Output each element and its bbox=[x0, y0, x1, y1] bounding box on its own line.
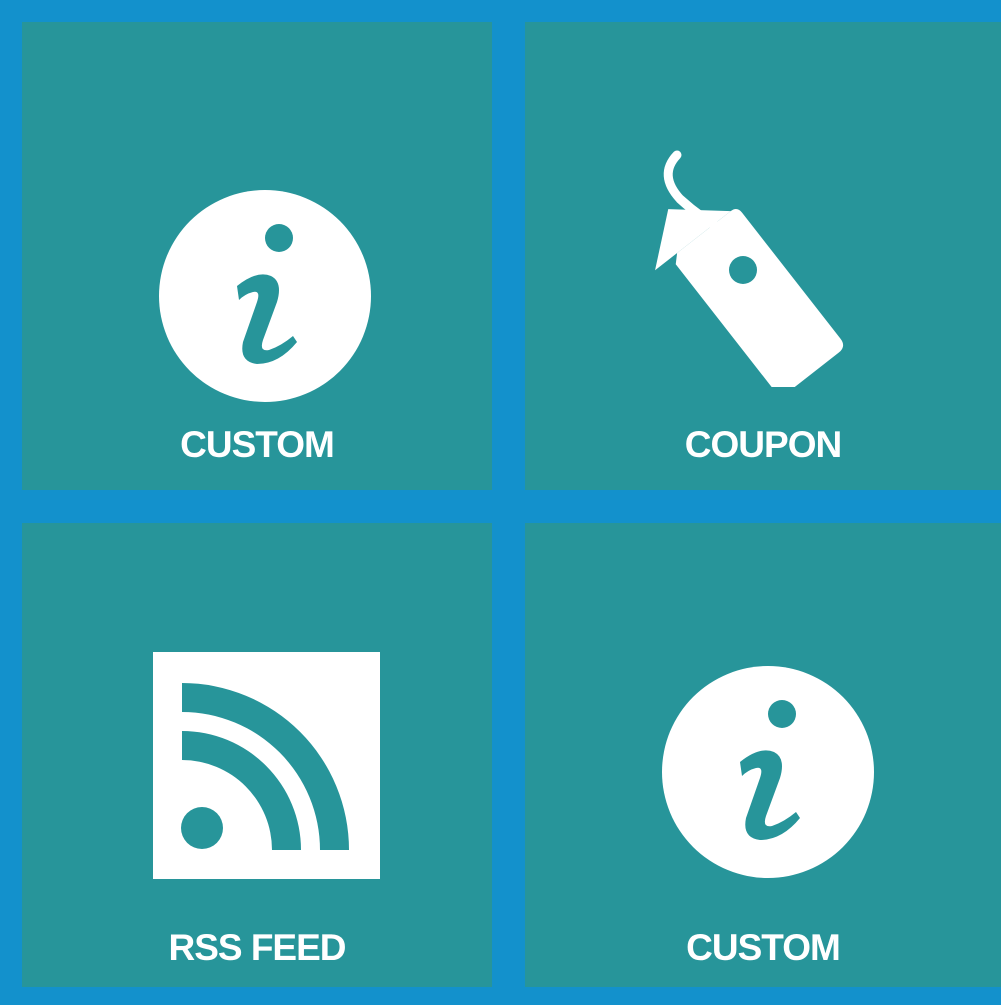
tile-grid: CUSTOM COUPON RSS FEED CUSTOM bbox=[0, 0, 1001, 1005]
tile-coupon[interactable]: COUPON bbox=[525, 22, 1001, 490]
tile-custom[interactable]: CUSTOM bbox=[525, 523, 1001, 987]
tile-label: CUSTOM bbox=[686, 927, 841, 968]
tag-icon bbox=[655, 150, 844, 387]
rss-icon bbox=[153, 652, 380, 879]
tile-rss-feed[interactable]: RSS FEED bbox=[22, 523, 492, 987]
tile-label: CUSTOM bbox=[180, 424, 335, 465]
tile-label: COUPON bbox=[684, 424, 842, 465]
tile-custom[interactable]: CUSTOM bbox=[22, 22, 492, 490]
info-icon bbox=[159, 190, 371, 402]
tile-label: RSS FEED bbox=[168, 927, 346, 968]
info-icon bbox=[662, 666, 874, 878]
